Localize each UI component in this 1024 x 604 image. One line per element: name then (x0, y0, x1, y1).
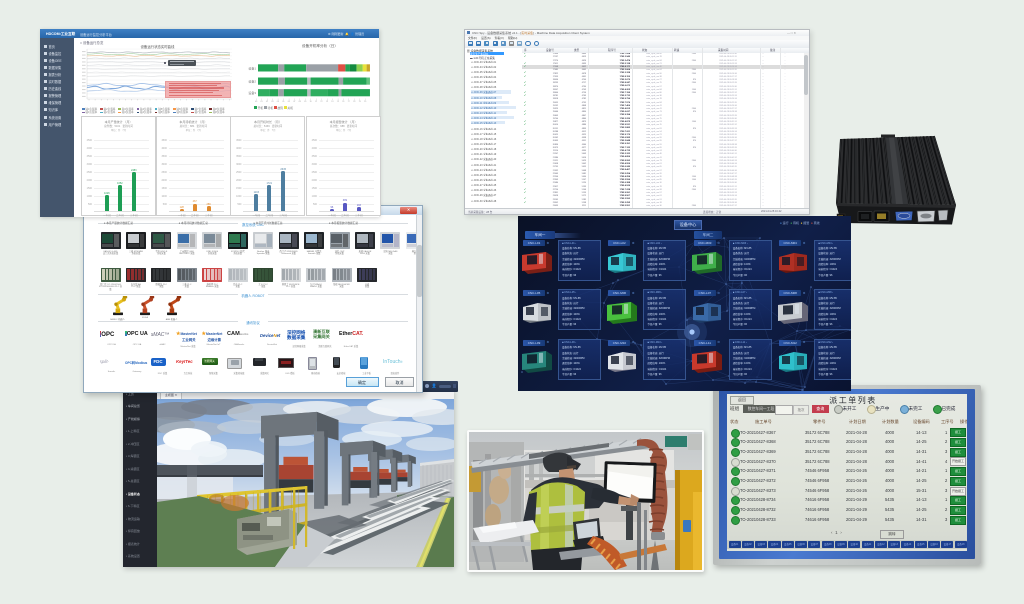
svg-text:设备1: 设备1 (248, 65, 256, 70)
svg-text:设备3: 设备3 (248, 90, 256, 95)
svg-text:设备2: 设备2 (248, 79, 256, 84)
